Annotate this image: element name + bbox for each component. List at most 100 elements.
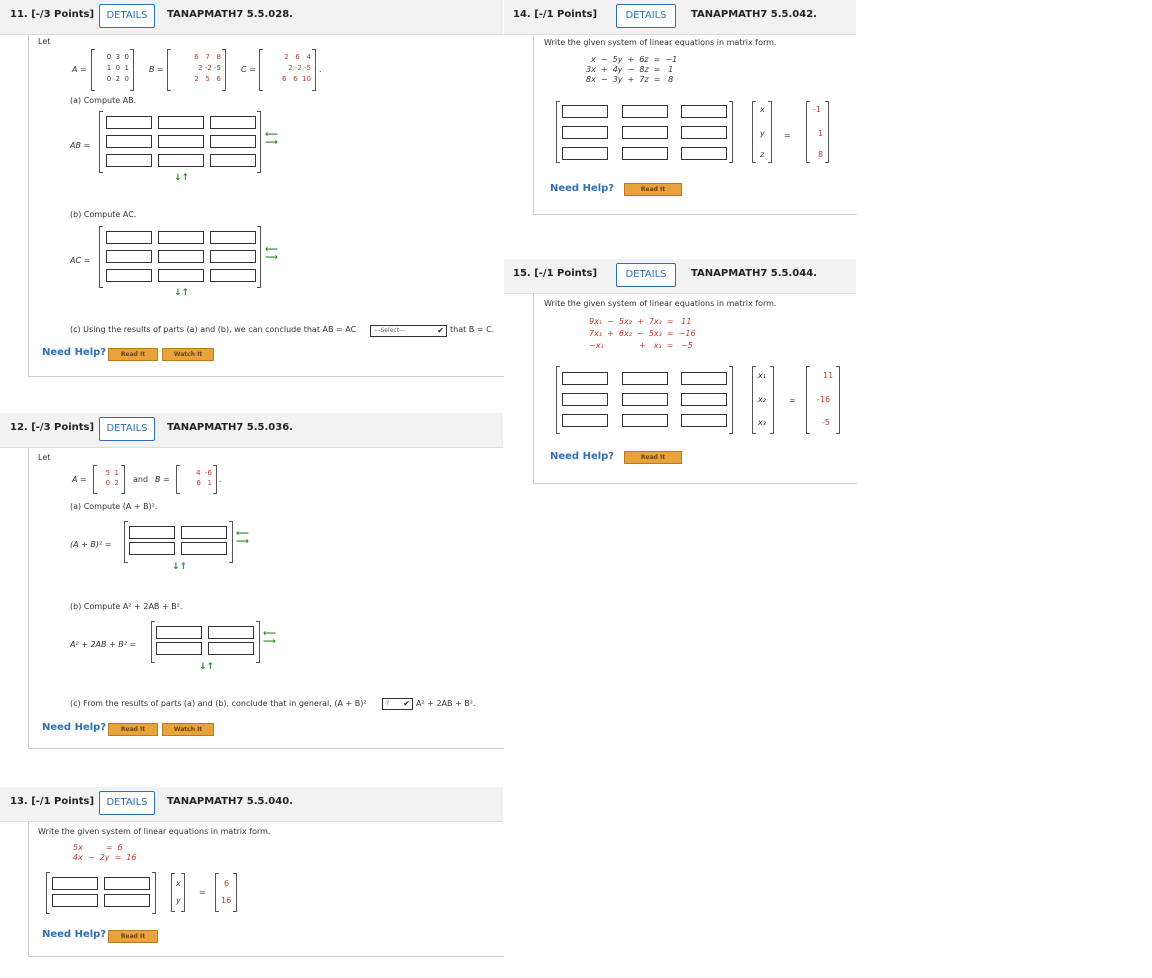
q14-rhs-3: 8 — [818, 150, 824, 159]
q13-coef-cell[interactable] — [52, 894, 98, 907]
q12-sum-cell[interactable] — [208, 626, 254, 639]
q15-read-it-button[interactable]: Read It — [624, 451, 682, 464]
q11-AB-column-arrows-icon[interactable]: ⟵ ⟶ — [265, 131, 278, 148]
q11-AB-cell[interactable] — [106, 154, 152, 167]
q15-equals: = — [789, 396, 796, 405]
q11-AB-cell[interactable] — [106, 135, 152, 148]
q14-need-help: Need Help? — [550, 183, 615, 194]
q11-AB-cell[interactable] — [158, 135, 204, 148]
q11-AB-cell[interactable] — [158, 116, 204, 129]
q15-var-x2: x₂ — [758, 395, 766, 404]
q11-AB-cell[interactable] — [210, 135, 256, 148]
q14-var-z: z — [760, 150, 765, 159]
q12-part-a: (a) Compute (A + B)². — [70, 502, 158, 511]
q13-equals: = — [199, 888, 206, 897]
q13-coef-cell[interactable] — [104, 877, 150, 890]
q15-header: 15. [-/1 Points] DETAILS TANAPMATH7 5.5.… — [504, 259, 856, 294]
q15-var-x3: x₃ — [758, 418, 766, 427]
q14-rhs-2: 1 — [818, 129, 824, 138]
q13-read-it-button[interactable]: Read It — [108, 930, 158, 943]
q15-coef-cell[interactable] — [681, 393, 727, 406]
q15-details-button[interactable]: DETAILS — [616, 263, 676, 287]
q14-eq3: 8x − 3y + 7z = 8 — [586, 75, 674, 84]
q12-ApB-cell[interactable] — [129, 526, 175, 539]
q12-ApB-cell[interactable] — [181, 526, 227, 539]
q13-details-button[interactable]: DETAILS — [99, 791, 155, 815]
q15-coef-cell[interactable] — [681, 372, 727, 385]
q15-var-x1: x₁ — [758, 371, 766, 380]
q11-details-button[interactable]: DETAILS — [99, 4, 155, 28]
q14-coef-cell[interactable] — [681, 105, 727, 118]
q11-AB-cell[interactable] — [210, 116, 256, 129]
q11-AC-cell[interactable] — [210, 250, 256, 263]
q11-read-it-button[interactable]: Read It — [108, 348, 158, 361]
q11-AC-cell[interactable] — [158, 231, 204, 244]
q11-AB-cell[interactable] — [106, 116, 152, 129]
q11-AC-cell[interactable] — [210, 231, 256, 244]
q13-number: 13. [-/1 Points] — [10, 796, 95, 807]
q14-coef-cell[interactable] — [622, 147, 668, 160]
q12-need-help: Need Help? — [42, 722, 107, 733]
q13-coef-cell[interactable] — [104, 894, 150, 907]
q11-AB-cell[interactable] — [210, 154, 256, 167]
q12-read-it-button[interactable]: Read It — [108, 723, 158, 736]
q14-coef-cell[interactable] — [622, 126, 668, 139]
q11-AC-row-arrows-icon[interactable]: ↓↑ — [174, 288, 189, 298]
q11-AC-cell[interactable] — [106, 250, 152, 263]
q11-header: 11. [-/3 Points] DETAILS TANAPMATH7 5.5.… — [0, 0, 503, 35]
q15-coef-cell[interactable] — [622, 393, 668, 406]
q12-watch-it-button[interactable]: Watch It — [162, 723, 214, 736]
q12-ApB-label: (A + B)² = — [70, 540, 112, 549]
q11-AC-column-arrows-icon[interactable]: ⟵ ⟶ — [265, 246, 278, 263]
q11-AC-cell[interactable] — [158, 269, 204, 282]
q12-ApB-cell[interactable] — [129, 542, 175, 555]
q15-coef-cell[interactable] — [622, 372, 668, 385]
q11-AB-cell[interactable] — [158, 154, 204, 167]
q14-coef-cell[interactable] — [562, 147, 608, 160]
q11-AB-row-arrows-icon[interactable]: ↓↑ — [174, 173, 189, 183]
q12-A-matrix: 5 1 0 2 — [105, 469, 119, 487]
q12-ApB-cell[interactable] — [181, 542, 227, 555]
q15-coef-cell[interactable] — [622, 414, 668, 427]
q13-coef-cell[interactable] — [52, 877, 98, 890]
q12-B-matrix: 4 -6 6 1 — [196, 469, 212, 487]
q15-body: Write the given system of linear equatio… — [533, 294, 857, 484]
q15-coef-cell[interactable] — [562, 393, 608, 406]
q15-rhs-1: 11 — [823, 371, 834, 380]
q13-header: 13. [-/1 Points] DETAILS TANAPMATH7 5.5.… — [0, 787, 503, 822]
q14-coef-cell[interactable] — [681, 147, 727, 160]
q11-AC-cell[interactable] — [106, 269, 152, 282]
q11-number: 11. [-/3 Points] — [10, 9, 95, 20]
q12-sum-cell[interactable] — [156, 642, 202, 655]
q12-sum-cell[interactable] — [156, 626, 202, 639]
q12-ApB-row-arrows-icon[interactable]: ↓↑ — [172, 562, 187, 572]
q15-coef-cell[interactable] — [562, 372, 608, 385]
q11-part-c-select[interactable]: ---Select--- ✔ — [370, 325, 447, 337]
q15-coef-cell[interactable] — [681, 414, 727, 427]
q11-AC-cell[interactable] — [106, 231, 152, 244]
q14-coef-cell[interactable] — [562, 105, 608, 118]
q14-equals: = — [784, 131, 791, 140]
q11-AC-cell[interactable] — [158, 250, 204, 263]
q11-AC-cell[interactable] — [210, 269, 256, 282]
q11-need-help: Need Help? — [42, 347, 107, 358]
q15-eq2: 7x₁ + 6x₂ − 5x₃ = −16 — [589, 329, 696, 338]
q12-details-button[interactable]: DETAILS — [99, 417, 155, 441]
q15-eq3: −x₁ + x₃ = −5 — [589, 341, 693, 350]
q14-coef-cell[interactable] — [622, 105, 668, 118]
q14-header: 14. [-/1 Points] DETAILS TANAPMATH7 5.5.… — [504, 0, 856, 35]
q12-ApB-column-arrows-icon[interactable]: ⟵ ⟶ — [236, 530, 249, 547]
q12-sum-column-arrows-icon[interactable]: ⟵ ⟶ — [263, 630, 276, 647]
q12-part-c-select[interactable]: ? ✔ — [382, 698, 413, 710]
q12-sum-cell[interactable] — [208, 642, 254, 655]
q12-sum-row-arrows-icon[interactable]: ↓↑ — [199, 662, 214, 672]
q13-body: Write the given system of linear equatio… — [28, 822, 504, 957]
q14-details-button[interactable]: DETAILS — [616, 4, 676, 28]
q13-prompt: Write the given system of linear equatio… — [38, 827, 271, 836]
q14-coef-cell[interactable] — [562, 126, 608, 139]
q12-and: and — [133, 475, 149, 484]
q15-coef-cell[interactable] — [562, 414, 608, 427]
q14-coef-cell[interactable] — [681, 126, 727, 139]
q14-read-it-button[interactable]: Read It — [624, 183, 682, 196]
q11-watch-it-button[interactable]: Watch It — [162, 348, 214, 361]
